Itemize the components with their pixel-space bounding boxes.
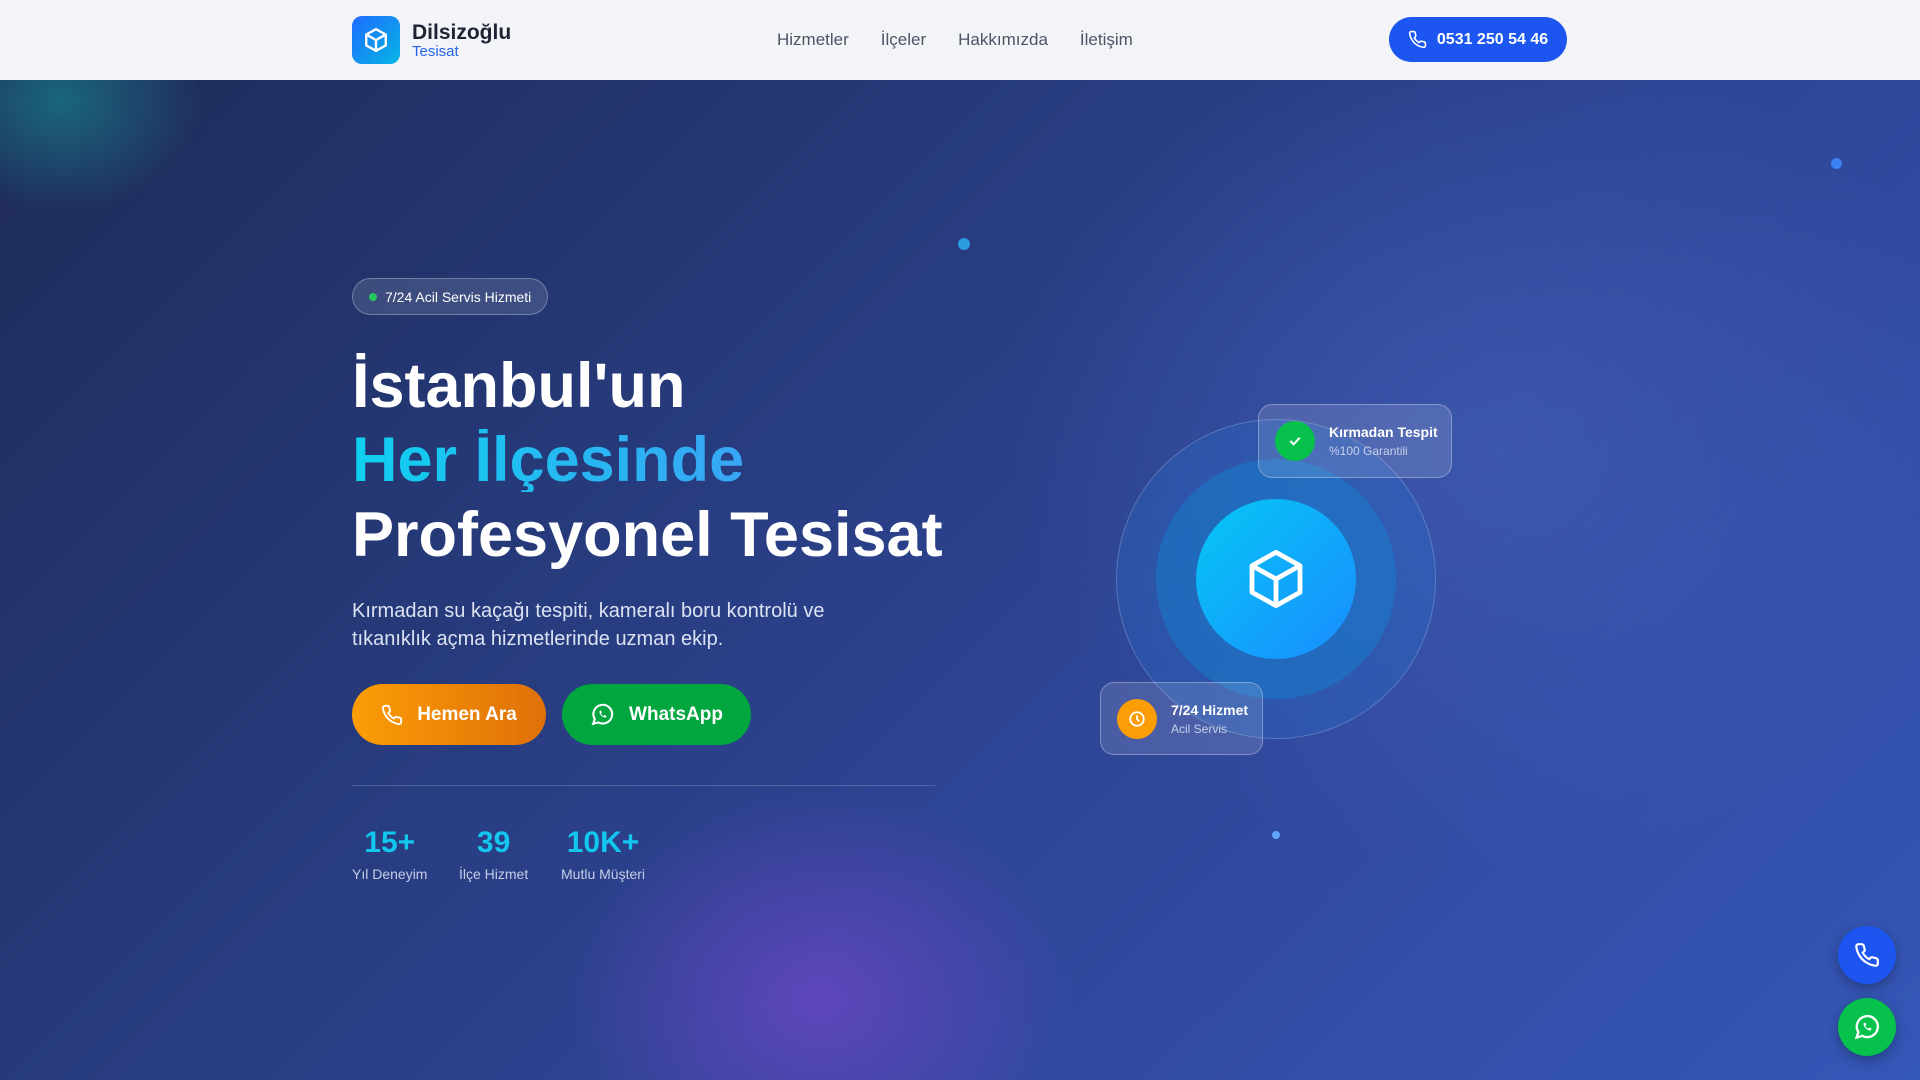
whatsapp-label: WhatsApp bbox=[629, 703, 723, 725]
clock-icon bbox=[1117, 698, 1157, 739]
stat-districts: 39 İlçe Hizmet bbox=[459, 826, 528, 882]
whatsapp-icon bbox=[591, 703, 614, 726]
nav-link-hakkimizda[interactable]: Hakkımızda bbox=[958, 30, 1048, 50]
emergency-service-badge: 7/24 Acil Servis Hizmeti bbox=[352, 278, 549, 315]
check-icon bbox=[1275, 421, 1315, 461]
decorative-dot bbox=[1831, 158, 1842, 169]
top-navbar: Dilsizoğlu Tesisat Hizmetler İlçeler Hak… bbox=[0, 0, 1920, 80]
call-now-button[interactable]: Hemen Ara bbox=[352, 684, 546, 745]
phone-icon bbox=[382, 704, 403, 725]
stat-value: 15+ bbox=[364, 826, 416, 859]
nav-link-iletisim[interactable]: İletişim bbox=[1080, 30, 1133, 50]
nav-link-hizmetler[interactable]: Hizmetler bbox=[777, 30, 849, 50]
hero-description: Kırmadan su kaçağı tespiti, kameralı bor… bbox=[352, 600, 825, 650]
floating-call-button[interactable] bbox=[1838, 926, 1896, 984]
logo-cube-icon[interactable] bbox=[352, 16, 400, 64]
card-title: Kırmadan Tespit bbox=[1329, 424, 1438, 440]
brand-subtitle: Tesisat bbox=[412, 43, 459, 60]
stat-label: Yıl Deneyim bbox=[352, 866, 428, 882]
status-dot-icon bbox=[369, 292, 377, 301]
card-24-7-service: 7/24 Hizmet Acil Servis bbox=[1100, 682, 1263, 755]
center-circle bbox=[1196, 499, 1356, 659]
whatsapp-icon bbox=[1854, 1015, 1879, 1040]
stat-value: 10K+ bbox=[566, 826, 640, 859]
brand-name[interactable]: Dilsizoğlu bbox=[412, 21, 511, 45]
nav-link-ilceler[interactable]: İlçeler bbox=[881, 30, 926, 50]
card-subtitle: Acil Servis bbox=[1171, 721, 1228, 736]
badge-text: 7/24 Acil Servis Hizmeti bbox=[385, 288, 532, 305]
headline-line-2: Her İlçesinde bbox=[352, 425, 745, 495]
cube-icon bbox=[1249, 549, 1303, 609]
stat-label: Mutlu Müşteri bbox=[561, 866, 646, 882]
phone-icon bbox=[1408, 30, 1427, 49]
decorative-dot bbox=[1272, 831, 1280, 839]
divider bbox=[352, 785, 935, 786]
headline-line-1: İstanbul'un bbox=[352, 351, 686, 421]
card-no-break-detection: Kırmadan Tespit %100 Garantili bbox=[1258, 404, 1452, 478]
card-title: 7/24 Hizmet bbox=[1171, 701, 1249, 718]
headline-line-3: Profesyonel Tesisat bbox=[352, 500, 943, 570]
phone-icon bbox=[1855, 943, 1879, 967]
phone-number: 0531 250 54 46 bbox=[1436, 30, 1549, 48]
phone-call-button[interactable]: 0531 250 54 46 bbox=[1389, 17, 1567, 62]
stat-customers: 10K+ Mutlu Müşteri bbox=[561, 826, 645, 882]
card-subtitle: %100 Garantili bbox=[1329, 444, 1408, 458]
stat-label: İlçe Hizmet bbox=[459, 866, 529, 882]
call-now-label: Hemen Ara bbox=[417, 703, 517, 725]
stat-years: 15+ Yıl Deneyim bbox=[352, 826, 427, 882]
floating-whatsapp-button[interactable] bbox=[1838, 998, 1896, 1056]
stat-value: 39 bbox=[476, 826, 511, 859]
decorative-dot bbox=[958, 238, 970, 250]
whatsapp-button[interactable]: WhatsApp bbox=[562, 684, 751, 745]
